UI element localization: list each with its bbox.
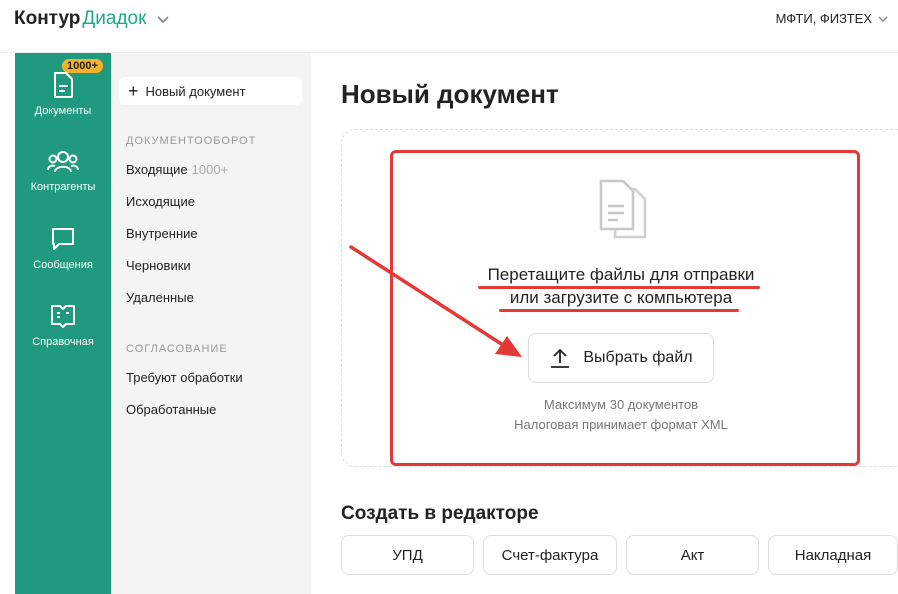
nav-item-label: Документы: [34, 105, 92, 117]
sidebar-item-outgoing[interactable]: Исходящие: [126, 194, 195, 209]
left-nav: 1000+ Документы Контрагенты Сообщения Сп…: [15, 53, 111, 594]
choose-file-button[interactable]: Выбрать файл: [528, 333, 714, 383]
chevron-down-icon: [878, 16, 888, 22]
brand-part2: Диадок: [82, 8, 147, 29]
brand-part1: Контур: [14, 8, 81, 29]
upload-icon: [551, 348, 570, 368]
top-bar: Контур Диадок МФТИ, ФИЗТЕХ: [0, 0, 898, 52]
template-upd-button[interactable]: УПД: [341, 535, 474, 575]
max-documents-note: Максимум 30 документов: [543, 397, 699, 412]
nav-item-label: Сообщения: [33, 259, 93, 271]
nav-item-documents[interactable]: Документы: [15, 71, 111, 117]
sidebar-item-internal[interactable]: Внутренние: [126, 226, 198, 241]
sidebar-item-processed[interactable]: Обработанные: [126, 402, 216, 417]
template-act-button[interactable]: Акт: [626, 535, 759, 575]
org-selector[interactable]: МФТИ, ФИЗТЕХ: [776, 11, 888, 26]
annotation-arrow-icon: [349, 245, 522, 357]
section-heading-approval: СОГЛАСОВАНИЕ: [126, 343, 228, 355]
nav-item-label: Справочная: [32, 336, 94, 348]
org-name: МФТИ, ФИЗТЕХ: [775, 11, 872, 26]
plus-icon: +: [128, 81, 139, 101]
nav-item-label: Контрагенты: [30, 181, 96, 193]
book-icon: [51, 305, 75, 328]
document-stack-icon: [599, 179, 647, 239]
nav-item-messages[interactable]: Сообщения: [15, 225, 111, 271]
sidebar: + Новый документ ДОКУМЕНТООБОРОТ Входящи…: [111, 53, 311, 594]
document-icon: [54, 72, 73, 98]
sidebar-item-label: Входящие: [126, 162, 188, 177]
brand-logo[interactable]: Контур Диадок: [14, 8, 170, 30]
section-heading-docflow: ДОКУМЕНТООБОРОТ: [126, 135, 257, 147]
nav-item-reference[interactable]: Справочная: [15, 302, 111, 348]
sidebar-item-deleted[interactable]: Удаленные: [126, 290, 194, 305]
nav-item-contractors[interactable]: Контрагенты: [15, 149, 111, 193]
sidebar-item-incoming[interactable]: Входящие 1000+: [126, 162, 228, 177]
sidebar-item-needs-processing[interactable]: Требуют обработки: [126, 370, 243, 385]
people-icon: [47, 151, 79, 173]
new-document-button[interactable]: + Новый документ: [119, 77, 302, 105]
new-document-label: Новый документ: [145, 83, 246, 99]
sidebar-item-drafts[interactable]: Черновики: [126, 258, 191, 273]
choose-file-label: Выбрать файл: [583, 349, 693, 366]
template-waybill-button[interactable]: Накладная: [768, 535, 898, 575]
incoming-count: 1000+: [191, 162, 229, 177]
xml-format-note: Налоговая принимает формат XML: [514, 417, 728, 432]
editor-section-title: Создать в редакторе: [341, 503, 539, 524]
main-content: Новый документ Перетащите файлы для отпр…: [311, 53, 898, 594]
chat-icon: [52, 228, 74, 250]
chevron-down-icon[interactable]: [156, 12, 170, 26]
template-invoice-button[interactable]: Счет-фактура: [483, 535, 617, 575]
